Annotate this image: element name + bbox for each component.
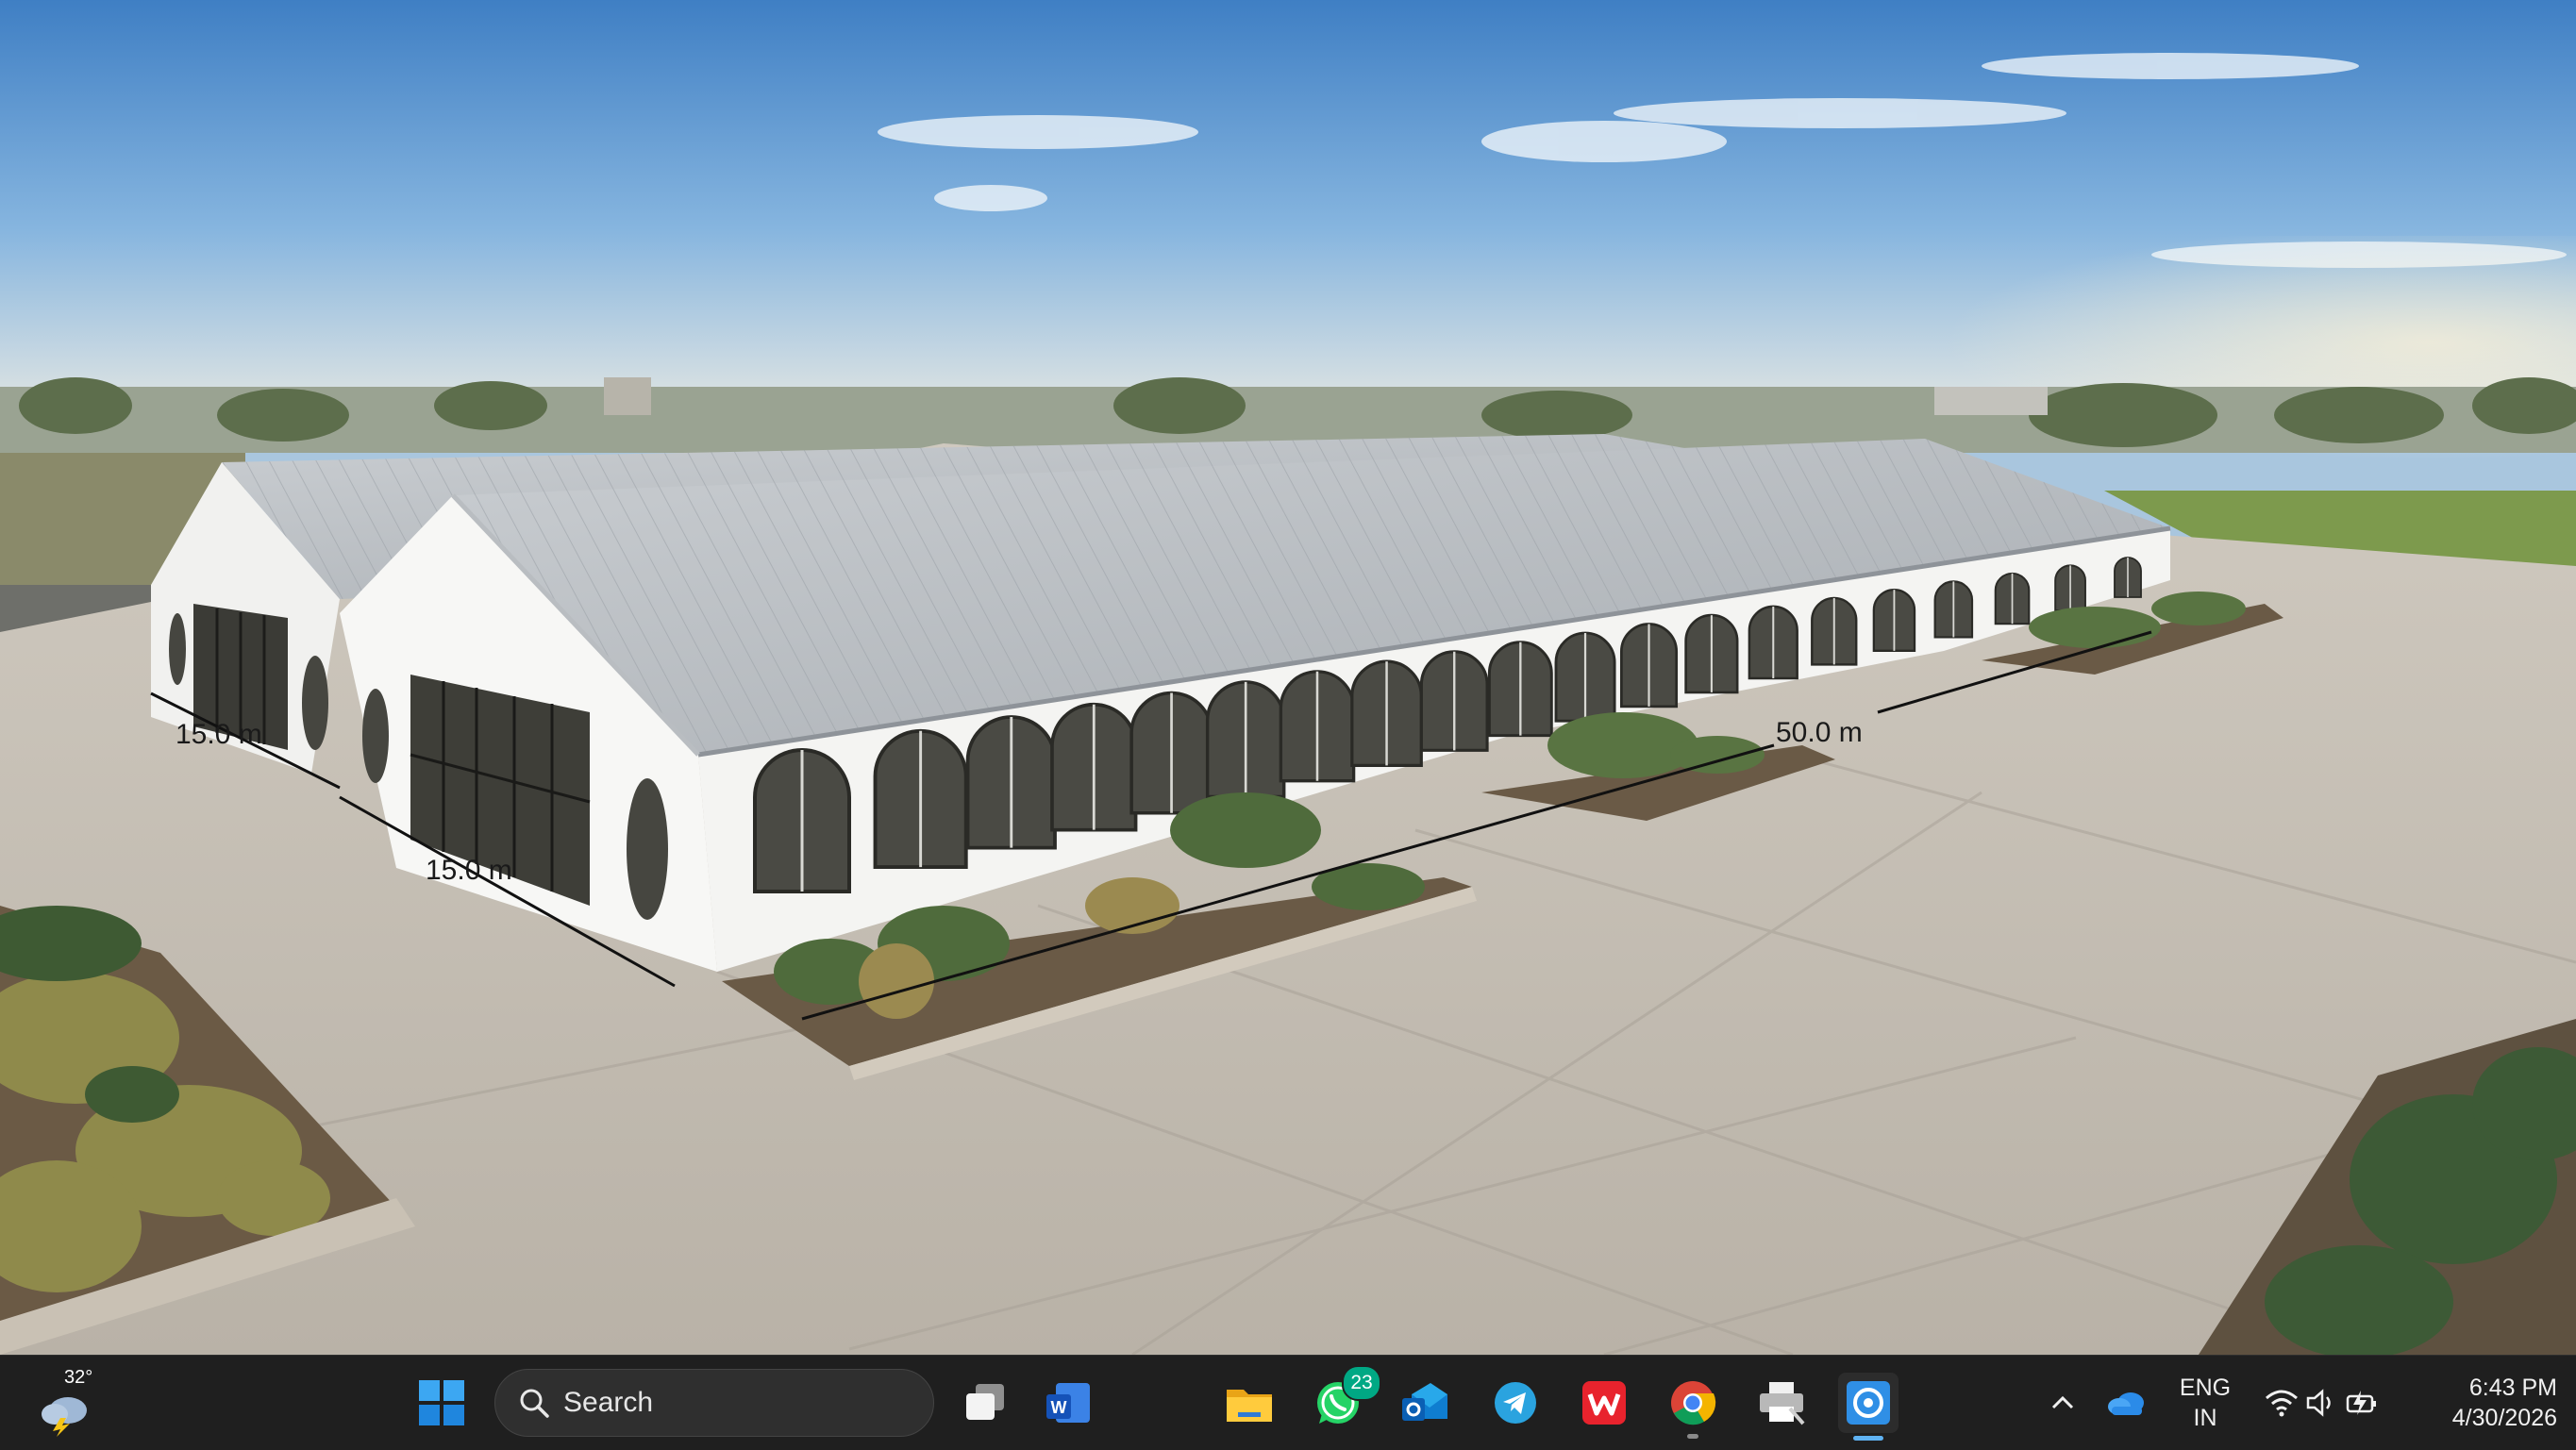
- active-app[interactable]: [1838, 1373, 1899, 1441]
- outlook-icon: [1402, 1383, 1447, 1421]
- clock-time: 6:43 PM: [2468, 1375, 2557, 1401]
- onedrive-cloud-icon: [2108, 1392, 2144, 1415]
- quick-settings-button[interactable]: [2257, 1375, 2385, 1431]
- start-button[interactable]: [411, 1375, 472, 1431]
- telegram-icon: [1495, 1382, 1536, 1424]
- file-explorer-app[interactable]: [1219, 1373, 1280, 1433]
- printer-app[interactable]: [1751, 1373, 1812, 1433]
- search-label: Search: [563, 1387, 654, 1418]
- search-bar[interactable]: Search: [494, 1369, 934, 1437]
- volume-icon: [2306, 1389, 2331, 1417]
- svg-text:W: W: [1051, 1398, 1067, 1417]
- word-icon: W: [1046, 1383, 1090, 1423]
- dimension-label-length: 50.0 m: [1776, 717, 1863, 748]
- outlook-app[interactable]: [1395, 1373, 1455, 1433]
- chevron-up-icon: [2051, 1395, 2074, 1409]
- windows-logo-icon: [419, 1380, 464, 1425]
- weather-widget[interactable]: 32°: [36, 1367, 140, 1437]
- printer-icon: [1760, 1382, 1805, 1425]
- dimension-label-front-width: 15.0 m: [176, 719, 262, 750]
- notification-badge: 23: [1342, 1365, 1381, 1401]
- region-label: IN: [2193, 1405, 2217, 1431]
- telegram-app[interactable]: [1485, 1373, 1546, 1433]
- wps-icon: [1582, 1381, 1626, 1425]
- task-view-icon: [966, 1384, 1004, 1420]
- running-indicator: [1687, 1434, 1698, 1439]
- weather-temperature: 32°: [64, 1367, 93, 1388]
- active-indicator: [1853, 1436, 1883, 1441]
- thunderstorm-cloud-icon: [42, 1397, 87, 1437]
- language-label: ENG: [2179, 1375, 2232, 1401]
- taskbar: 32° Search W 23 ENG IN 6:43 PM 4/30/2026: [0, 1355, 2576, 1450]
- task-view-button[interactable]: [955, 1373, 1015, 1433]
- clock-date: 4/30/2026: [2451, 1405, 2557, 1431]
- language-switcher[interactable]: ENG IN: [2170, 1369, 2240, 1437]
- battery-charging-icon: [2346, 1391, 2376, 1415]
- onedrive-button[interactable]: [2102, 1382, 2149, 1424]
- dimension-label-rear-width: 15.0 m: [426, 855, 512, 886]
- search-icon: [520, 1389, 549, 1418]
- word-app[interactable]: W: [1038, 1373, 1098, 1433]
- whatsapp-app[interactable]: 23: [1308, 1365, 1381, 1433]
- clock[interactable]: 6:43 PM 4/30/2026: [2416, 1367, 2557, 1439]
- aerial-building-photo: [0, 0, 2576, 1355]
- wifi-icon: [2266, 1390, 2298, 1417]
- folder-icon: [1227, 1390, 1272, 1422]
- show-hidden-icons-button[interactable]: [2046, 1382, 2080, 1424]
- app-icon: [1847, 1381, 1890, 1425]
- chrome-icon: [1671, 1381, 1716, 1425]
- chrome-app[interactable]: [1663, 1373, 1723, 1439]
- wps-office-app[interactable]: [1574, 1373, 1634, 1433]
